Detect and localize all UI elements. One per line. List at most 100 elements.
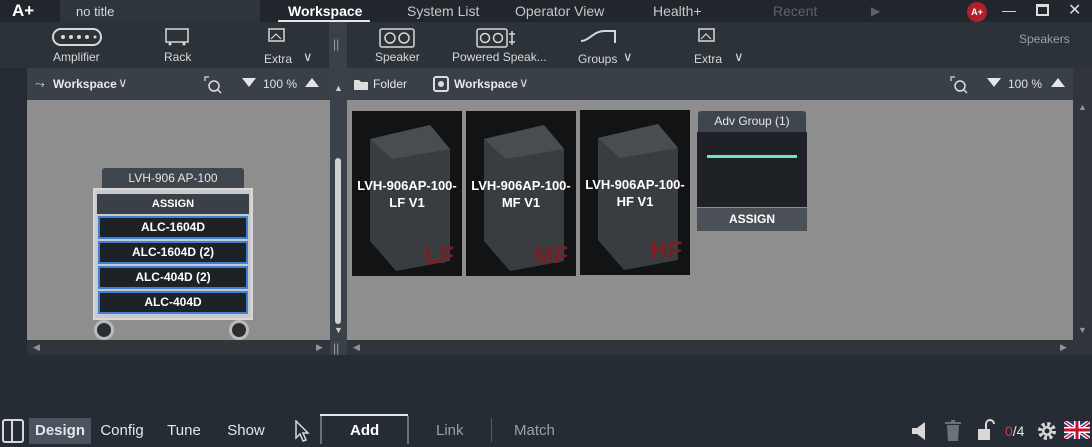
right-vscroll-up-icon[interactable]: ▲	[1078, 102, 1087, 112]
groups-button[interactable]: Groups	[578, 52, 617, 66]
extra-right-icon[interactable]	[698, 28, 716, 44]
mode-tune-button[interactable]: Tune	[160, 418, 208, 444]
left-scroll-right-icon[interactable]: ▶	[316, 342, 323, 353]
rack-label: LVH-906 AP-100	[102, 168, 244, 188]
right-zoom-level: 100 %	[1008, 77, 1043, 91]
vscroll-down-icon[interactable]: ▼	[334, 325, 343, 335]
left-workspace-chevron-down-icon[interactable]: ∨	[118, 75, 128, 91]
adv-group-body[interactable]	[697, 132, 807, 207]
speaker-card-hf[interactable]: LVH-906AP-100- HF V1 HF	[580, 110, 690, 275]
extra-right-button[interactable]: Extra	[694, 52, 722, 66]
powered-speaker-button[interactable]: Powered Speak...	[452, 50, 547, 64]
speaker-card-mf[interactable]: LVH-906AP-100- MF V1 MF	[466, 111, 576, 276]
right-workspace-chevron-down-icon[interactable]: ∨	[519, 75, 529, 91]
panel-splitter-grip-icon: ||	[333, 341, 340, 355]
left-workspace-dropdown[interactable]: Workspace	[53, 77, 117, 91]
layout-toggle-icon[interactable]	[2, 419, 24, 443]
right-workspace-dropdown[interactable]: Workspace	[454, 77, 518, 91]
document-title-text: no title	[76, 4, 115, 19]
speaker-card-mf-title: LVH-906AP-100- MF V1	[471, 178, 571, 210]
tab-workspace[interactable]: Workspace	[288, 3, 362, 19]
user-badge-icon[interactable]: A+	[967, 2, 987, 22]
extra-left-button[interactable]: Extra	[264, 52, 292, 66]
right-zoom-fit-icon[interactable]	[950, 76, 968, 94]
amp-alc-1604d[interactable]: ALC-1604D	[98, 216, 248, 239]
right-zoom-down-icon[interactable]	[987, 78, 1001, 87]
adv-group-assign-button[interactable]: ASSIGN	[697, 208, 807, 231]
tab-recent[interactable]: Recent	[773, 3, 817, 19]
splitter-grip-icon: ||	[333, 37, 340, 51]
left-zoom-fit-icon[interactable]	[204, 76, 222, 94]
speaker-volume-icon[interactable]	[910, 420, 930, 442]
tab-health[interactable]: Health+	[653, 3, 702, 19]
rack-button[interactable]: Rack	[164, 50, 191, 64]
speaker-button[interactable]: Speaker	[375, 50, 420, 64]
speakers-section-label: Speakers	[1019, 32, 1070, 46]
device-count: 0/4	[1005, 423, 1024, 439]
left-zoom-up-icon[interactable]	[305, 78, 319, 87]
action-add-tab[interactable]: Add	[350, 422, 379, 439]
speaker-band-mf: MF	[533, 242, 568, 269]
left-scroll-left-icon[interactable]: ◀	[33, 342, 40, 353]
action-link-tab[interactable]: Link	[436, 422, 464, 439]
amplifier-button[interactable]: Amplifier	[53, 50, 100, 64]
device-count-current: 0	[1005, 423, 1013, 439]
maximize-icon[interactable]	[1036, 4, 1049, 16]
speaker-card-lf-title: LVH-906AP-100- LF V1	[357, 178, 457, 210]
action-tab-separator	[491, 418, 492, 442]
left-zoom-level: 100 %	[263, 77, 298, 91]
speaker-card-lf[interactable]: LVH-906AP-100- LF V1 LF	[352, 111, 462, 276]
mode-show-button[interactable]: Show	[220, 418, 272, 444]
powered-speaker-icon[interactable]	[476, 28, 518, 48]
status-area	[27, 355, 1092, 413]
rack-assign-button[interactable]: ASSIGN	[97, 194, 249, 214]
language-flag-uk-icon[interactable]	[1064, 421, 1090, 439]
amp-alc-1604d-2[interactable]: ALC-1604D (2)	[98, 241, 248, 264]
rack-wheel-right-icon	[229, 320, 249, 340]
minimize-icon[interactable]: —	[1002, 2, 1016, 18]
right-vscroll-down-icon[interactable]: ▼	[1078, 325, 1087, 335]
right-hscrollbar[interactable]	[347, 340, 1073, 355]
action-match-tab[interactable]: Match	[514, 422, 555, 439]
settings-gear-icon[interactable]	[1036, 420, 1058, 442]
extra-left-icon[interactable]	[268, 28, 286, 44]
amplifier-icon[interactable]	[52, 28, 102, 46]
amplifier-dots-icon	[61, 35, 97, 39]
workspace-nav-icon[interactable]: ⤳	[35, 77, 45, 92]
left-hscrollbar[interactable]	[27, 340, 330, 355]
workspace-view-icon[interactable]	[433, 76, 449, 92]
vscroll-thumb[interactable]	[335, 158, 341, 324]
right-scroll-left-icon[interactable]: ◀	[353, 342, 360, 353]
amp-alc-404d[interactable]: ALC-404D	[98, 291, 248, 314]
workspace-view-dot-icon	[438, 81, 444, 87]
right-zoom-up-icon[interactable]	[1051, 78, 1065, 87]
recent-play-icon[interactable]: ▶	[871, 4, 880, 18]
vscroll-up-icon[interactable]: ▲	[334, 83, 343, 93]
tab-operator-view[interactable]: Operator View	[515, 3, 604, 19]
extra-left-chevron-down-icon[interactable]: ∨	[303, 49, 313, 65]
document-title[interactable]: no title	[60, 0, 260, 22]
groups-chevron-down-icon[interactable]: ∨	[623, 49, 633, 65]
extra-right-chevron-down-icon[interactable]: ∨	[734, 49, 744, 65]
pointer-tool-icon[interactable]	[294, 420, 310, 442]
left-zoom-down-icon[interactable]	[242, 78, 256, 87]
speaker-band-hf: HF	[650, 237, 682, 264]
layout-toggle-divider-icon	[11, 421, 13, 441]
speaker-card-hf-title: LVH-906AP-100- HF V1	[585, 177, 685, 209]
speaker-icon[interactable]	[379, 28, 415, 48]
trash-icon[interactable]	[944, 420, 962, 442]
groups-icon[interactable]	[579, 27, 617, 45]
mode-config-button[interactable]: Config	[94, 418, 150, 444]
tab-system-list[interactable]: System List	[407, 3, 479, 19]
folder-button[interactable]: Folder	[373, 77, 407, 91]
device-count-total: /4	[1012, 423, 1025, 439]
right-scroll-right-icon[interactable]: ▶	[1060, 342, 1067, 353]
close-icon[interactable]: ✕	[1068, 0, 1081, 20]
action-tab-separator	[407, 416, 409, 444]
mode-design-button[interactable]: Design	[29, 418, 91, 444]
rack-wheel-left-icon	[94, 320, 114, 340]
rack-icon[interactable]	[165, 28, 189, 46]
lock-icon[interactable]	[976, 419, 996, 441]
amp-alc-404d-2[interactable]: ALC-404D (2)	[98, 266, 248, 289]
folder-icon[interactable]	[353, 78, 369, 91]
